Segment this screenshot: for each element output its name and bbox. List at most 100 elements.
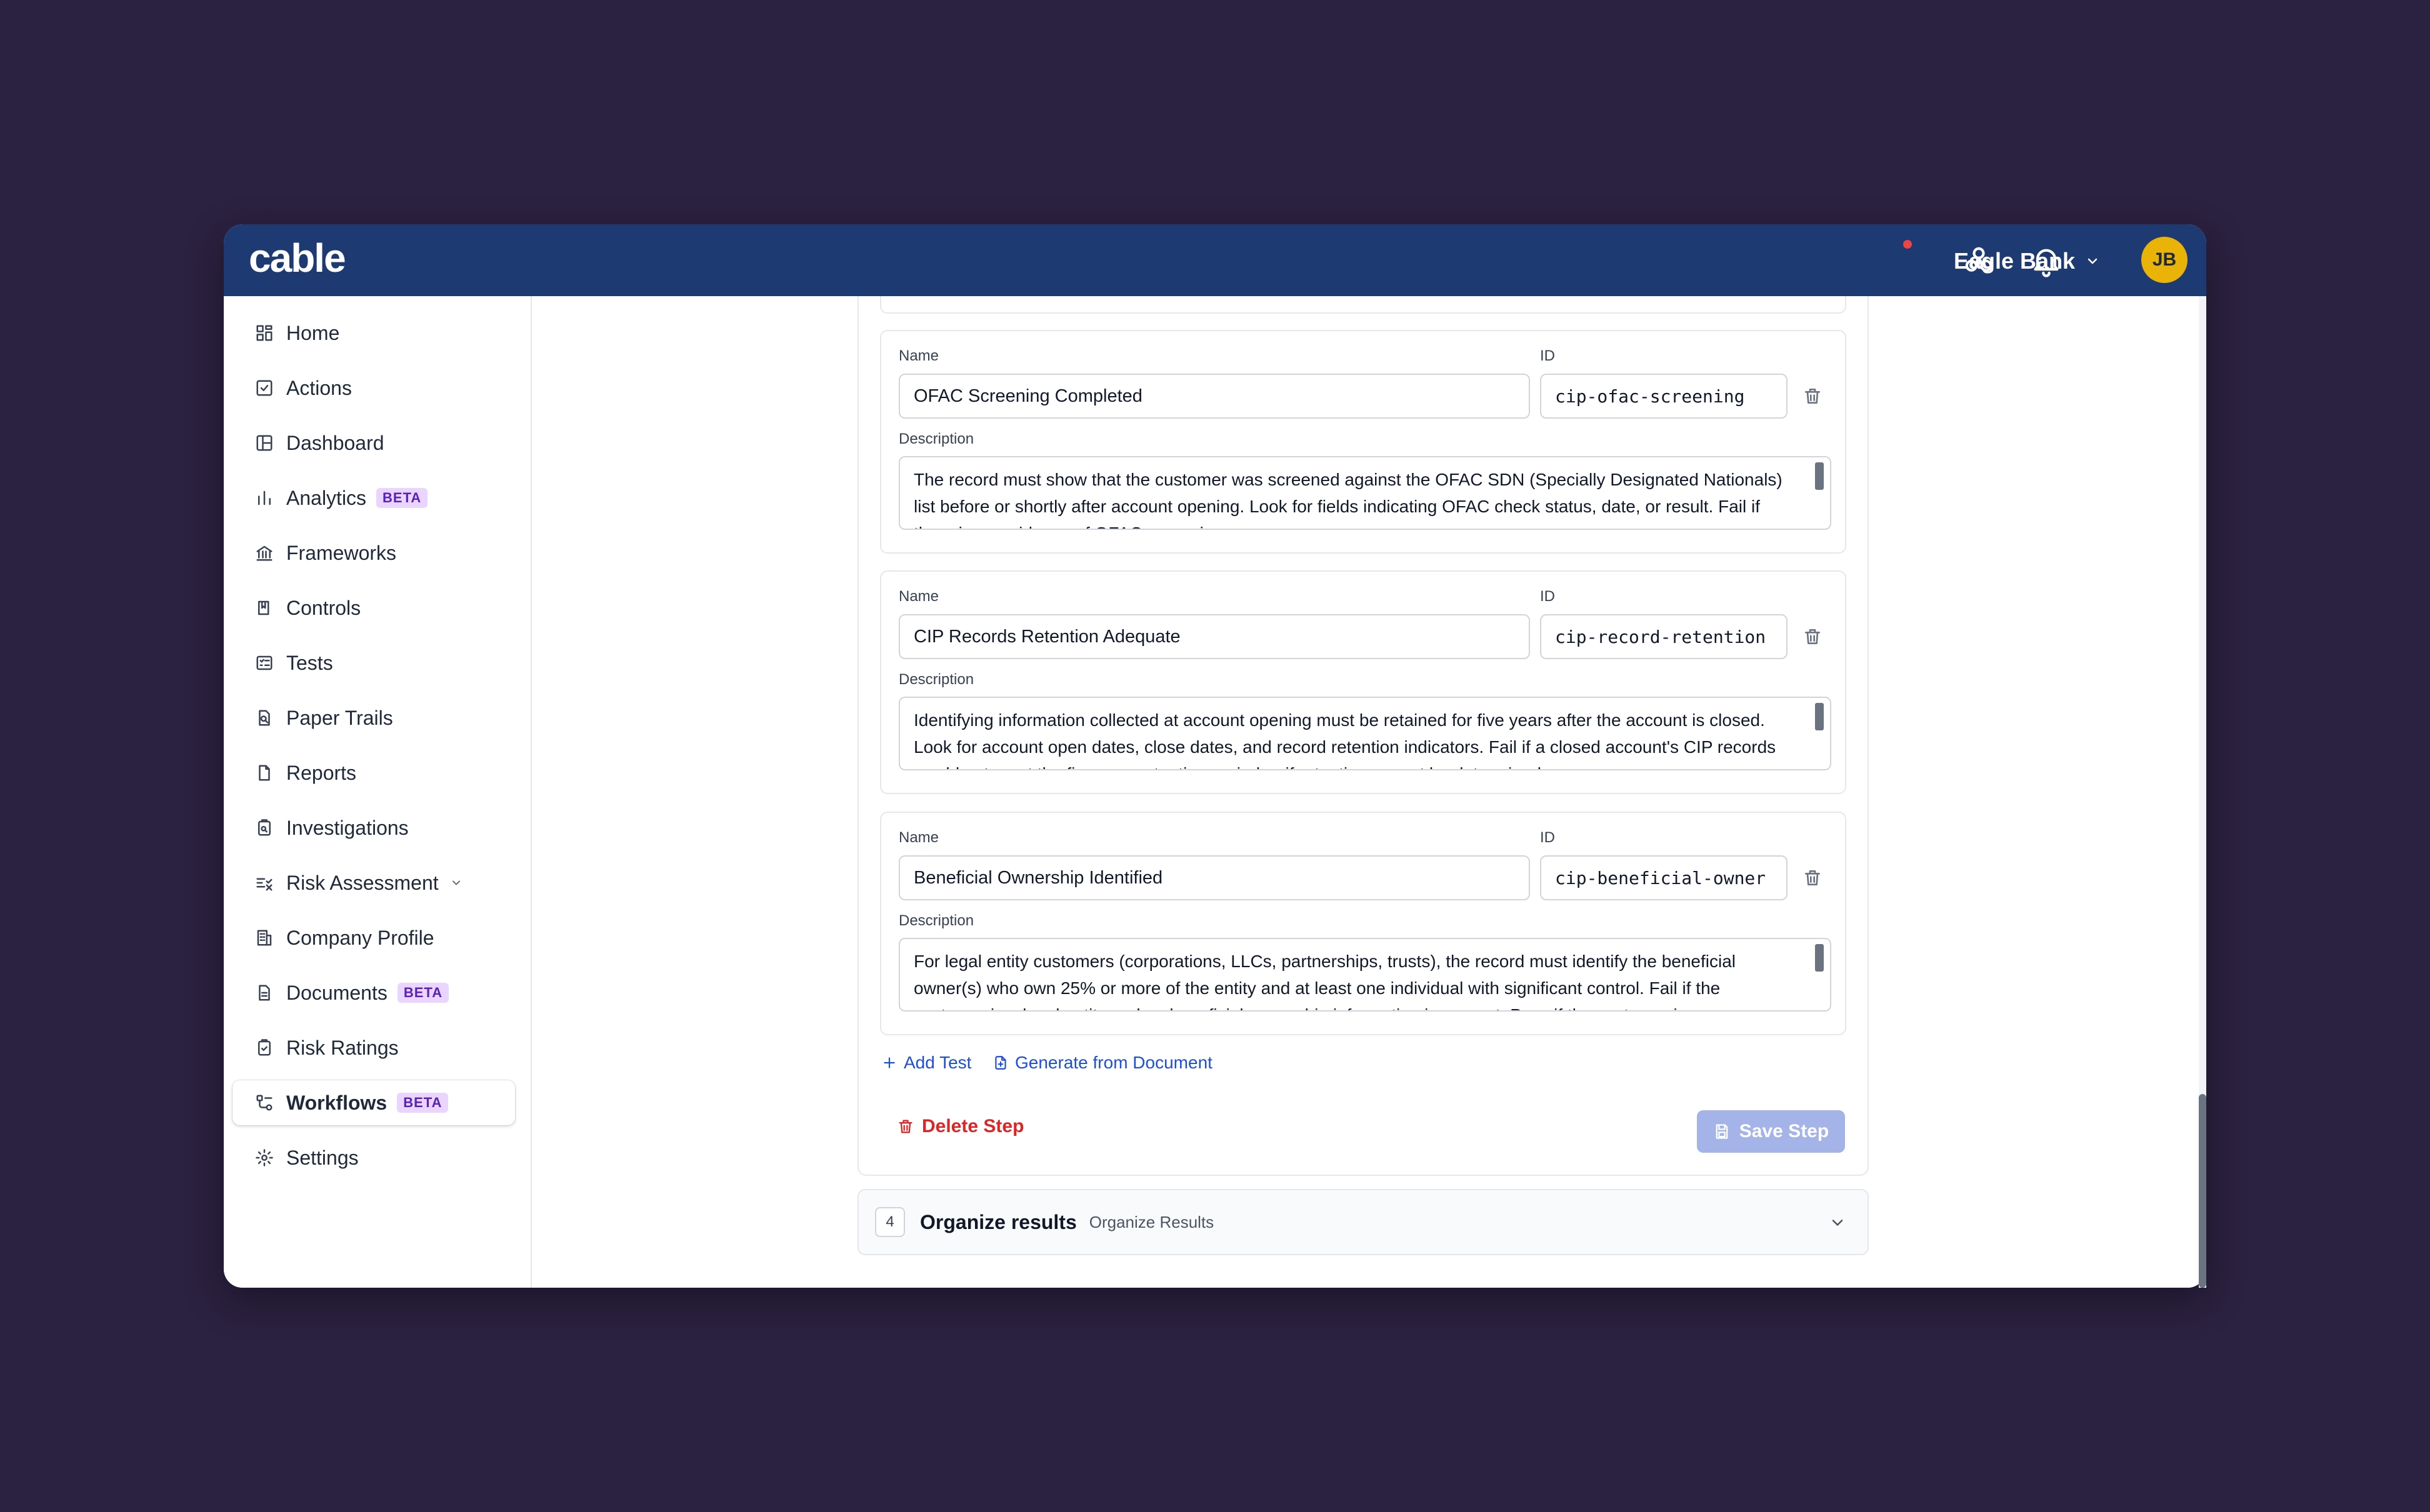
sidebar-item-label: Controls <box>286 596 361 619</box>
chevron-down-icon <box>2088 258 2098 264</box>
save-step-button[interactable]: Save Step <box>1697 1110 1845 1153</box>
test-id-input[interactable]: cip-beneficial-owner <box>1540 855 1788 900</box>
sidebar-item-label: Settings <box>286 1146 359 1169</box>
sidebar-item-risk-ratings[interactable]: Risk Ratings <box>232 1025 515 1070</box>
textarea-scrollbar[interactable] <box>1815 703 1824 730</box>
sidebar-item-label: Reports <box>286 761 357 784</box>
id-label: ID <box>1540 347 1555 364</box>
org-switcher[interactable]: Eagle Bank <box>1954 244 2100 278</box>
sidebar-item-label: Frameworks <box>286 541 397 564</box>
home-grid-icon <box>256 325 272 341</box>
description-label: Description <box>899 430 974 447</box>
list-check-icon <box>256 878 272 891</box>
bank-icon <box>256 545 272 561</box>
description-text: Identifying information collected at acc… <box>914 710 1776 769</box>
sidebar-item-reports[interactable]: Reports <box>232 750 515 795</box>
test-list-icon <box>256 655 272 670</box>
sidebar-item-label: Company Profile <box>286 926 434 949</box>
sidebar-item-frameworks[interactable]: Frameworks <box>232 530 515 575</box>
previous-test-card <box>880 296 1846 314</box>
sidebar-item-analytics[interactable]: Analytics BETA <box>232 475 515 520</box>
notification-badge <box>1901 238 1914 251</box>
delete-step-button[interactable]: Delete Step <box>897 1116 1024 1137</box>
sidebar-item-label: Risk Assessment <box>286 871 439 894</box>
sidebar-item-investigations[interactable]: Investigations <box>232 805 515 850</box>
test-name-input[interactable]: Beneficial Ownership Identified <box>899 855 1530 900</box>
beta-badge: BETA <box>397 1093 449 1113</box>
sidebar: Home Actions Dashboard Analytics BETA Framewo… <box>224 296 532 1288</box>
main-scrollbar-thumb[interactable] <box>2199 1094 2206 1288</box>
trash-icon[interactable] <box>1802 627 1822 647</box>
name-label: Name <box>899 829 939 846</box>
bar-chart-icon <box>258 490 271 505</box>
save-step-label: Save Step <box>1739 1121 1829 1141</box>
textarea-scrollbar[interactable] <box>1815 944 1824 972</box>
sidebar-item-label: Documents <box>286 981 388 1004</box>
test-card: Name Beneficial Ownership Identified ID … <box>880 812 1846 1035</box>
sidebar-item-label: Tests <box>286 651 333 674</box>
dashboard-icon <box>256 435 272 451</box>
generate-from-document-label: Generate from Document <box>1015 1053 1212 1072</box>
trash-icon <box>899 1120 912 1133</box>
sidebar-item-paper-trails[interactable]: Paper Trails <box>232 695 515 740</box>
step-subtitle: Organize Results <box>1089 1212 1214 1231</box>
sidebar-item-documents[interactable]: Documents BETA <box>232 970 515 1015</box>
test-id-input[interactable]: cip-record-retention <box>1540 614 1788 659</box>
sidebar-item-risk-assessment[interactable]: Risk Assessment <box>232 860 515 905</box>
file-plus-icon <box>995 1056 1006 1070</box>
test-description-textarea[interactable]: The record must show that the customer w… <box>899 456 1831 530</box>
delete-step-label: Delete Step <box>922 1116 1024 1136</box>
test-name-input[interactable]: CIP Records Retention Adequate <box>899 614 1530 659</box>
description-text: For legal entity customers (corporations… <box>914 952 1736 1010</box>
sidebar-item-tests[interactable]: Tests <box>232 640 515 685</box>
description-label: Description <box>899 912 974 929</box>
top-bar: cable Eagle Bank JB <box>224 224 2206 296</box>
step-title: Organize results <box>920 1210 1077 1233</box>
textarea-scrollbar[interactable] <box>1815 462 1824 490</box>
description-label: Description <box>899 671 974 688</box>
test-description-textarea[interactable]: For legal entity customers (corporations… <box>899 938 1831 1012</box>
file-icon <box>259 765 270 781</box>
step-number: 4 <box>875 1207 905 1237</box>
clipboard-check-icon <box>258 1039 271 1056</box>
chevron-down-icon[interactable] <box>450 877 462 889</box>
app-logo[interactable]: cable <box>249 233 346 283</box>
sidebar-item-actions[interactable]: Actions <box>232 366 515 410</box>
beta-badge: BETA <box>397 983 449 1003</box>
building-icon <box>257 930 272 946</box>
sidebar-item-label: Investigations <box>286 816 409 839</box>
book-icon <box>258 600 269 615</box>
sidebar-item-company-profile[interactable]: Company Profile <box>232 915 515 960</box>
clipboard-search-icon <box>258 819 271 836</box>
trash-icon[interactable] <box>1802 386 1822 406</box>
description-text: The record must show that the customer w… <box>914 470 1782 529</box>
test-name-input[interactable]: OFAC Screening Completed <box>899 374 1530 419</box>
org-name: Eagle Bank <box>1954 248 2076 274</box>
sidebar-item-label: Analytics <box>286 486 367 509</box>
test-id-input[interactable]: cip-ofac-screening <box>1540 374 1788 419</box>
file-search-icon <box>259 710 270 726</box>
test-card: Name CIP Records Retention Adequate ID c… <box>880 570 1846 794</box>
id-label: ID <box>1540 829 1555 846</box>
sidebar-item-home[interactable]: Home <box>232 311 515 356</box>
beta-badge: BETA <box>376 488 428 508</box>
sidebar-item-settings[interactable]: Settings <box>232 1135 515 1180</box>
checkbox-icon <box>256 380 272 396</box>
sidebar-item-label: Home <box>286 321 340 344</box>
add-test-button[interactable]: Add Test <box>881 1053 971 1073</box>
avatar[interactable]: JB <box>2141 237 2188 283</box>
sidebar-item-label: Dashboard <box>286 431 384 454</box>
chevron-down-icon[interactable] <box>1829 1214 1846 1231</box>
sidebar-item-dashboard[interactable]: Dashboard <box>232 420 515 465</box>
sidebar-item-label: Actions <box>286 376 352 399</box>
name-label: Name <box>899 588 939 605</box>
workflow-icon <box>256 1095 272 1111</box>
sidebar-item-controls[interactable]: Controls <box>232 585 515 630</box>
document-icon <box>259 985 270 1001</box>
workflow-step-4[interactable]: 4 Organize results Organize Results <box>858 1189 1869 1255</box>
name-label: Name <box>899 347 939 364</box>
trash-icon[interactable] <box>1802 868 1822 888</box>
generate-from-document-button[interactable]: Generate from Document <box>992 1053 1212 1073</box>
test-description-textarea[interactable]: Identifying information collected at acc… <box>899 697 1831 770</box>
sidebar-item-workflows[interactable]: Workflows BETA <box>232 1080 515 1125</box>
